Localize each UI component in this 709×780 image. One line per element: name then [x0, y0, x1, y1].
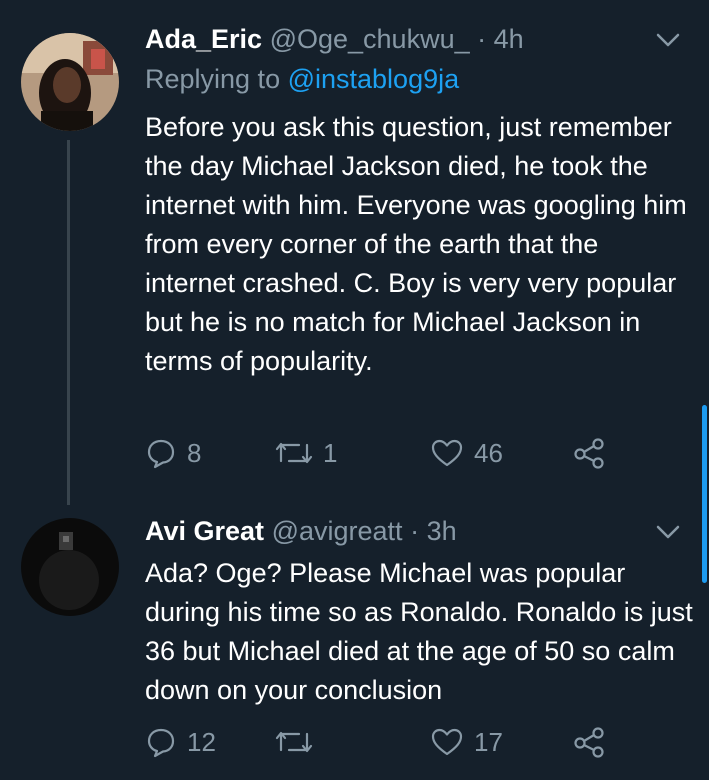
heart-icon: [430, 726, 464, 758]
retweet-icon: [275, 437, 313, 469]
like-button[interactable]: 17: [430, 726, 503, 758]
replying-to: Replying to @instablog9ja: [145, 62, 459, 96]
replying-to-label: Replying to: [145, 64, 288, 94]
tweet-actions: 8 1 46: [145, 437, 625, 477]
tweet-header: Ada_Eric @Oge_chukwu_ · 4h: [145, 22, 524, 56]
like-count: 17: [474, 726, 503, 757]
like-count: 46: [474, 437, 503, 468]
tweet-text: Before you ask this question, just remem…: [145, 112, 687, 376]
user-handle[interactable]: @avigreatt: [272, 516, 403, 546]
separator-dot: ·: [410, 516, 420, 546]
scrollbar-thumb[interactable]: [702, 405, 707, 583]
user-handle[interactable]: @Oge_chukwu_: [270, 24, 470, 54]
timestamp[interactable]: 4h: [494, 24, 524, 54]
retweet-icon: [275, 726, 313, 758]
chevron-down-icon[interactable]: [655, 30, 681, 50]
comment-icon: [145, 437, 177, 469]
share-button[interactable]: [572, 726, 606, 758]
retweet-count: 1: [323, 437, 338, 468]
reply-button[interactable]: 12: [145, 726, 216, 758]
heart-icon: [430, 437, 464, 469]
tweet-header: Avi Great @avigreatt · 3h: [145, 514, 457, 548]
retweet-button[interactable]: 1: [275, 437, 337, 469]
display-name[interactable]: Avi Great: [145, 516, 264, 546]
tweet-actions: 12 17: [145, 726, 625, 766]
share-icon: [572, 726, 606, 758]
share-button[interactable]: [572, 437, 606, 469]
retweet-button[interactable]: [275, 726, 323, 758]
mention-link[interactable]: @instablog9ja: [288, 64, 460, 94]
avatar[interactable]: [21, 518, 119, 616]
tweet-text: Ada? Oge? Please Michael was popular dur…: [145, 558, 693, 705]
separator-dot: ·: [477, 24, 487, 54]
tweet-ada-eric[interactable]: Ada_Eric @Oge_chukwu_ · 4h Replying to @…: [0, 0, 709, 505]
like-button[interactable]: 46: [430, 437, 503, 469]
thread-line: [67, 140, 70, 505]
chevron-down-icon[interactable]: [655, 522, 681, 542]
comment-icon: [145, 726, 177, 758]
reply-count: 12: [187, 726, 216, 757]
display-name[interactable]: Ada_Eric: [145, 24, 262, 54]
tweet-avi-great[interactable]: Avi Great @avigreatt · 3h Ada? Oge? Plea…: [0, 500, 709, 780]
reply-button[interactable]: 8: [145, 437, 201, 469]
timestamp[interactable]: 3h: [427, 516, 457, 546]
avatar[interactable]: [21, 33, 119, 131]
share-icon: [572, 437, 606, 469]
reply-count: 8: [187, 437, 202, 468]
